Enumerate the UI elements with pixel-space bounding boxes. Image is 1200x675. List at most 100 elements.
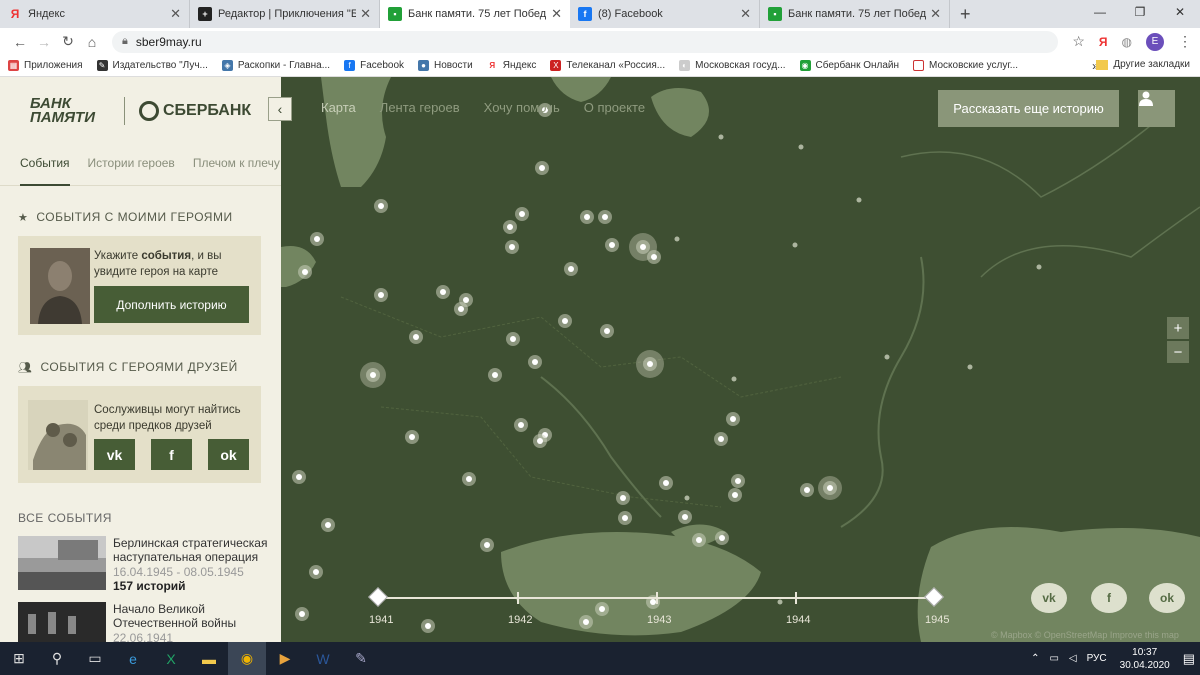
map-canvas	[281, 77, 1200, 642]
close-icon[interactable]: ✕	[551, 6, 562, 22]
close-window-button[interactable]: ✕	[1160, 0, 1200, 24]
app-icon[interactable]: ✎	[342, 642, 380, 675]
home-icon[interactable]: ⌂	[80, 34, 104, 50]
browser-tab-bank-pamyati-active[interactable]: ▪ Банк памяти. 75 лет Победы в В ✕	[380, 0, 570, 28]
nav-want-to-help[interactable]: Хочу помочь	[484, 100, 560, 115]
menu-icon[interactable]: ⋮	[1178, 33, 1192, 50]
close-icon[interactable]: ✕	[360, 6, 371, 22]
url-text: sber9may.ru	[135, 34, 202, 49]
map-ok-share-button[interactable]: ok	[1149, 583, 1185, 613]
network-icon[interactable]: ▭	[1049, 653, 1058, 664]
logo-divider	[124, 97, 125, 125]
black-sea	[501, 532, 761, 636]
vk-share-button[interactable]: vk	[94, 439, 135, 470]
word-icon[interactable]: W	[304, 642, 342, 675]
bookmark-apps[interactable]: ▦ Приложения	[8, 60, 83, 71]
event-marker-dot	[622, 515, 628, 521]
browser-tab-editor[interactable]: + Редактор | Приключения "Бессм ✕	[190, 0, 380, 28]
ok-share-button[interactable]: ok	[208, 439, 249, 470]
bookmark-label: Телеканал «Россия...	[566, 60, 666, 71]
reload-icon[interactable]: ↻	[56, 33, 80, 50]
tab-title: Яндекс	[28, 8, 65, 20]
bookmark-item[interactable]: ✎ Издательство "Луч...	[96, 60, 208, 71]
event-marker-dot	[583, 619, 589, 625]
event-marker-small[interactable]	[684, 495, 690, 501]
new-tab-button[interactable]: +	[950, 0, 981, 28]
maximize-button[interactable]: ❐	[1120, 0, 1160, 24]
timeline-slider[interactable]	[368, 587, 944, 607]
url-input[interactable]: 🔒︎ sber9may.ru	[112, 30, 1059, 53]
event-marker-small[interactable]	[856, 197, 862, 203]
media-player-icon[interactable]: ▶	[266, 642, 304, 675]
volume-icon[interactable]: ◁	[1069, 653, 1077, 664]
language-indicator[interactable]: РУС	[1087, 653, 1107, 664]
events-map[interactable]: Карта Лента героев Хочу помочь О проекте…	[281, 77, 1200, 642]
event-marker-small[interactable]	[1036, 264, 1042, 270]
file-explorer-icon[interactable]: ▬	[190, 642, 228, 675]
plus-square-icon: +	[198, 7, 212, 21]
browser-tab-yandex[interactable]: Я Яндекс ✕	[0, 0, 190, 28]
nav-heroes-feed[interactable]: Лента героев	[380, 100, 460, 115]
notifications-icon[interactable]: ▤	[1183, 651, 1195, 667]
forward-icon[interactable]: →	[32, 34, 56, 50]
chrome-icon[interactable]: ◉	[228, 642, 266, 675]
user-profile-button[interactable]	[1138, 90, 1175, 127]
map-vk-share-button[interactable]: vk	[1031, 583, 1067, 613]
event-item[interactable]: Берлинская стратегическая наступательная…	[18, 536, 268, 596]
event-marker-dot	[463, 297, 469, 303]
close-icon[interactable]: ✕	[170, 6, 181, 22]
windows-taskbar: ⊞ ⚲ ▭ e X ▬ ◉ ▶ W ✎ ⌃ ▭ ◁ РУС 10:37 30.0…	[0, 642, 1200, 675]
add-story-button[interactable]: Дополнить историю	[94, 286, 249, 323]
bookmark-sberbank[interactable]: ◉ Сбербанк Онлайн	[799, 60, 899, 71]
other-bookmarks[interactable]: Другие закладки	[1096, 59, 1190, 70]
extension-icon[interactable]: ◍	[1122, 35, 1132, 49]
browser-tab-bank-pamyati[interactable]: ▪ Банк памяти. 75 лет Победы в В ✕	[760, 0, 950, 28]
logo[interactable]: БАНК ПАМЯТИ СБЕРБАНК	[30, 96, 251, 125]
facebook-share-button[interactable]: f	[151, 439, 192, 470]
profile-avatar[interactable]: E	[1146, 32, 1164, 51]
back-icon[interactable]: ←	[8, 34, 32, 50]
event-marker-dot	[440, 289, 446, 295]
minimize-button[interactable]: —	[1080, 0, 1120, 24]
event-marker-small[interactable]	[798, 144, 804, 150]
zoom-out-button[interactable]: −	[1167, 341, 1189, 363]
event-marker-small[interactable]	[674, 236, 680, 242]
chevron-up-icon[interactable]: ⌃	[1031, 653, 1039, 664]
bookmark-yandex[interactable]: Я Яндекс	[486, 60, 536, 71]
nav-about[interactable]: О проекте	[584, 100, 645, 115]
map-facebook-share-button[interactable]: f	[1091, 583, 1127, 613]
close-icon[interactable]: ✕	[930, 6, 941, 22]
bookmark-item[interactable]: ◈ Раскопки - Главна...	[221, 60, 330, 71]
edge-icon[interactable]: e	[114, 642, 152, 675]
bookmark-item[interactable]: Х Телеканал «Россия...	[550, 60, 665, 71]
zoom-in-button[interactable]: +	[1167, 317, 1189, 339]
event-marker-small[interactable]	[884, 354, 890, 360]
bookmark-item[interactable]: ◐ Московская госуд...	[679, 60, 786, 71]
tab-shoulder-to-shoulder[interactable]: Плечом к плечу	[193, 152, 280, 185]
bookmark-facebook[interactable]: f Facebook	[344, 60, 404, 71]
bookmark-item[interactable]: Московские услуг...	[913, 60, 1018, 71]
search-icon[interactable]: ⚲	[38, 642, 76, 675]
event-marker-small[interactable]	[792, 242, 798, 248]
map-attribution[interactable]: © Mapbox © OpenStreetMap Improve this ma…	[991, 630, 1179, 640]
nav-map[interactable]: Карта	[321, 100, 356, 115]
event-marker-small[interactable]	[731, 376, 737, 382]
yandex-extension-icon[interactable]: Я	[1099, 35, 1108, 49]
event-item[interactable]: Начало Великой Отечественной войны 22.06…	[18, 602, 268, 642]
excel-icon[interactable]: X	[152, 642, 190, 675]
bookmark-item[interactable]: ● Новости	[418, 60, 473, 71]
tab-hero-stories[interactable]: Истории героев	[88, 152, 175, 185]
collapse-sidebar-button[interactable]: ‹	[268, 97, 292, 121]
star-icon[interactable]: ☆	[1072, 33, 1085, 50]
event-marker-small[interactable]	[718, 134, 724, 140]
browser-tab-facebook[interactable]: f (8) Facebook ✕	[570, 0, 760, 28]
clock[interactable]: 10:37 30.04.2020	[1120, 646, 1170, 672]
tab-title: Банк памяти. 75 лет Победы в В	[408, 8, 547, 20]
tab-events[interactable]: События	[20, 152, 70, 186]
close-icon[interactable]: ✕	[740, 6, 751, 22]
tell-story-button[interactable]: Рассказать еще историю	[938, 90, 1119, 127]
event-marker-small[interactable]	[777, 599, 783, 605]
task-view-icon[interactable]: ▭	[76, 642, 114, 675]
windows-start-icon[interactable]: ⊞	[0, 642, 38, 675]
event-marker-small[interactable]	[967, 364, 973, 370]
